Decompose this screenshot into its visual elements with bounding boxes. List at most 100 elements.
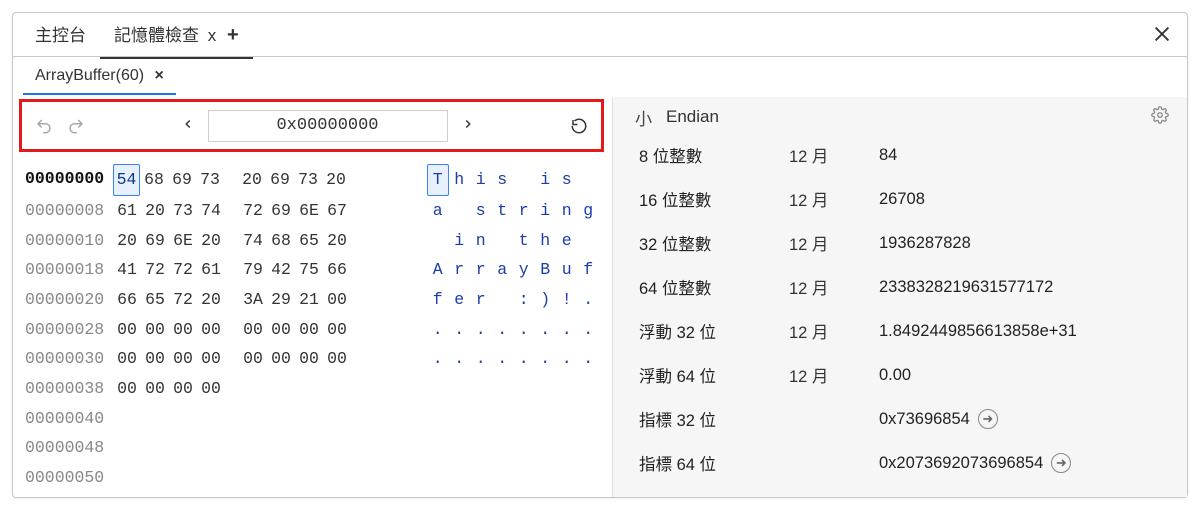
endian-mode[interactable]: 小 xyxy=(635,105,652,130)
goto-address-button[interactable]: ➜ xyxy=(978,409,998,429)
hex-byte[interactable]: 42 xyxy=(267,255,295,285)
ascii-char[interactable] xyxy=(513,165,535,195)
hex-byte[interactable]: 20 xyxy=(238,165,266,195)
ascii-char[interactable]: : xyxy=(513,285,535,315)
ascii-char[interactable]: t xyxy=(492,196,514,226)
buffer-tab[interactable]: ArrayBuffer(60) × xyxy=(23,59,176,95)
ascii-char[interactable]: . xyxy=(492,315,514,345)
hex-byte[interactable]: 69 xyxy=(141,226,169,256)
add-tab-button[interactable]: + xyxy=(227,24,239,46)
ascii-char[interactable]: i xyxy=(535,165,557,195)
ascii-char[interactable]: ! xyxy=(556,285,578,315)
ascii-char[interactable]: t xyxy=(513,226,535,256)
ascii-char[interactable]: h xyxy=(449,165,471,195)
hex-byte[interactable]: 00 xyxy=(239,315,267,345)
hex-byte[interactable]: 79 xyxy=(239,255,267,285)
ascii-char[interactable]: h xyxy=(535,226,557,256)
hex-byte[interactable]: 00 xyxy=(239,344,267,374)
settings-button[interactable] xyxy=(1151,106,1169,129)
ascii-char[interactable]: a xyxy=(492,255,514,285)
hex-byte[interactable]: 73 xyxy=(294,165,322,195)
ascii-char[interactable] xyxy=(492,285,514,315)
close-buffer-tab[interactable]: × xyxy=(155,67,164,84)
ascii-char[interactable]: . xyxy=(427,315,449,345)
refresh-button[interactable] xyxy=(567,114,591,138)
ascii-char[interactable]: . xyxy=(535,344,557,374)
ascii-char[interactable]: T xyxy=(427,164,449,196)
ascii-char[interactable]: . xyxy=(449,315,471,345)
hex-byte[interactable]: 20 xyxy=(322,165,350,195)
ascii-char[interactable]: i xyxy=(449,226,471,256)
hex-byte[interactable]: 66 xyxy=(323,255,351,285)
hex-byte[interactable]: 00 xyxy=(197,344,225,374)
hex-byte[interactable]: 75 xyxy=(295,255,323,285)
ascii-char[interactable] xyxy=(449,196,471,226)
hex-byte[interactable]: 00 xyxy=(169,374,197,404)
hex-byte[interactable]: 20 xyxy=(113,226,141,256)
ascii-char[interactable]: . xyxy=(513,315,535,345)
hex-byte[interactable]: 72 xyxy=(141,255,169,285)
hex-byte[interactable]: 6E xyxy=(169,226,197,256)
ascii-char[interactable]: . xyxy=(578,285,600,315)
redo-button[interactable] xyxy=(64,114,88,138)
hex-byte[interactable]: 73 xyxy=(196,165,224,195)
ascii-char[interactable]: s xyxy=(492,165,514,195)
ascii-char[interactable]: . xyxy=(470,315,492,345)
hex-byte[interactable]: 65 xyxy=(141,285,169,315)
hex-byte[interactable]: 69 xyxy=(267,196,295,226)
hex-byte[interactable]: 00 xyxy=(323,344,351,374)
hex-byte[interactable]: 73 xyxy=(169,196,197,226)
hex-byte[interactable]: 74 xyxy=(239,226,267,256)
ascii-char[interactable]: B xyxy=(535,255,557,285)
hex-byte[interactable]: 00 xyxy=(267,344,295,374)
ascii-char[interactable]: e xyxy=(556,226,578,256)
ascii-char[interactable] xyxy=(578,226,600,256)
hex-byte[interactable]: 67 xyxy=(323,196,351,226)
hex-byte[interactable]: 72 xyxy=(169,255,197,285)
hex-byte[interactable]: 00 xyxy=(197,315,225,345)
hex-byte[interactable]: 00 xyxy=(113,374,141,404)
ascii-char[interactable]: . xyxy=(513,344,535,374)
hex-byte[interactable]: 00 xyxy=(295,315,323,345)
ascii-char[interactable]: A xyxy=(427,255,449,285)
ascii-char[interactable]: . xyxy=(535,315,557,345)
hex-byte[interactable]: 69 xyxy=(168,165,196,195)
next-address-button[interactable] xyxy=(456,115,480,136)
ascii-char[interactable] xyxy=(427,226,449,256)
ascii-char[interactable]: . xyxy=(427,344,449,374)
ascii-char[interactable] xyxy=(492,226,514,256)
ascii-char[interactable]: u xyxy=(556,255,578,285)
ascii-char[interactable]: e xyxy=(449,285,471,315)
hex-byte[interactable]: 54 xyxy=(113,164,140,196)
ascii-char[interactable]: r xyxy=(470,255,492,285)
hex-byte[interactable]: 65 xyxy=(295,226,323,256)
hex-byte[interactable]: 00 xyxy=(295,344,323,374)
hex-byte[interactable]: 20 xyxy=(141,196,169,226)
ascii-char[interactable] xyxy=(578,165,600,195)
tab-memory-inspector[interactable]: 記憶體檢查 x + xyxy=(100,11,253,59)
hex-byte[interactable]: 20 xyxy=(197,226,225,256)
hex-byte[interactable]: 00 xyxy=(267,315,295,345)
ascii-char[interactable]: . xyxy=(470,344,492,374)
hex-byte[interactable]: 68 xyxy=(140,165,168,195)
ascii-char[interactable]: r xyxy=(449,255,471,285)
hex-byte[interactable]: 61 xyxy=(197,255,225,285)
tab-console[interactable]: 主控台 xyxy=(21,11,100,58)
hex-byte[interactable]: 21 xyxy=(295,285,323,315)
close-memory-tab[interactable]: x xyxy=(208,26,217,45)
ascii-char[interactable]: ) xyxy=(535,285,557,315)
undo-button[interactable] xyxy=(32,114,56,138)
ascii-char[interactable]: . xyxy=(556,315,578,345)
hex-byte[interactable]: 00 xyxy=(141,374,169,404)
ascii-char[interactable]: . xyxy=(449,344,471,374)
hex-byte[interactable]: 72 xyxy=(239,196,267,226)
hex-byte[interactable]: 00 xyxy=(141,315,169,345)
hex-byte[interactable]: 20 xyxy=(197,285,225,315)
hex-byte[interactable]: 72 xyxy=(169,285,197,315)
ascii-char[interactable]: y xyxy=(513,255,535,285)
hex-byte[interactable]: 29 xyxy=(267,285,295,315)
ascii-char[interactable]: r xyxy=(470,285,492,315)
hex-byte[interactable]: 00 xyxy=(197,374,225,404)
hex-byte[interactable]: 00 xyxy=(323,285,351,315)
hex-byte[interactable]: 00 xyxy=(323,315,351,345)
